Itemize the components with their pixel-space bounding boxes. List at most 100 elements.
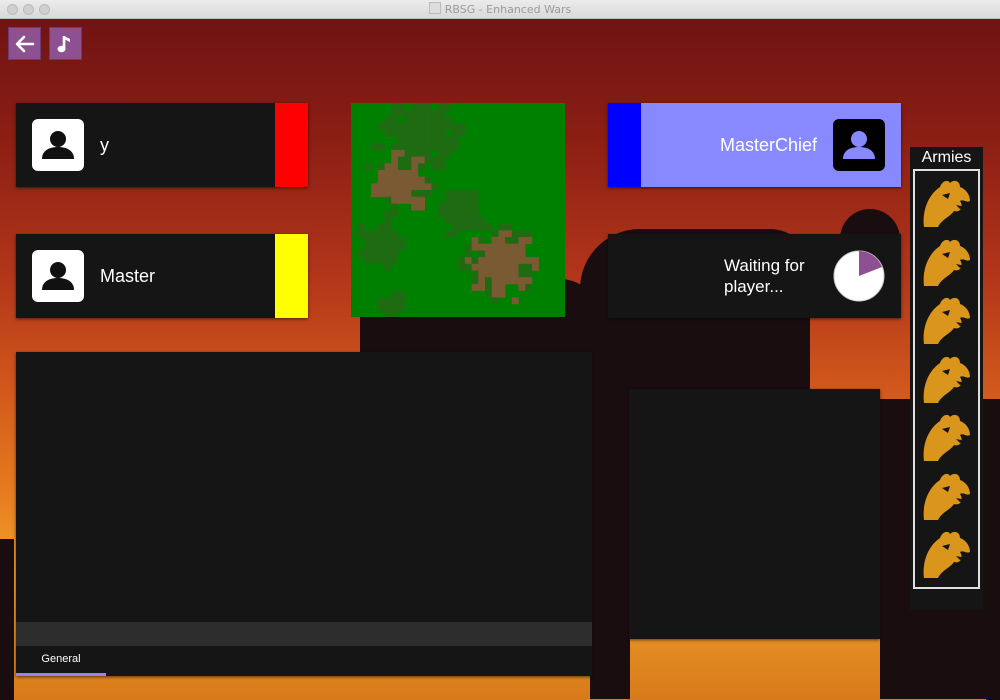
army-slot[interactable] xyxy=(920,294,974,346)
terrain-tile xyxy=(505,230,513,238)
player-card-masterchief: MasterChief xyxy=(608,103,901,187)
terrain-tile xyxy=(491,283,499,291)
terrain-tile xyxy=(411,163,419,171)
army-slot[interactable] xyxy=(920,236,974,288)
chat-input[interactable] xyxy=(16,622,592,646)
terrain-tile xyxy=(518,243,526,251)
terrain-tile xyxy=(438,103,446,110)
terrain-tile xyxy=(411,116,419,124)
army-slot[interactable] xyxy=(920,470,974,522)
army-slot[interactable] xyxy=(920,353,974,405)
terrain-tile xyxy=(525,257,533,265)
terrain-tile xyxy=(384,170,392,177)
terrain-tile xyxy=(391,129,399,137)
terrain-tile xyxy=(411,136,419,144)
terrain-tile xyxy=(384,190,392,198)
terrain-tile xyxy=(451,123,459,131)
player-card-y: y xyxy=(16,103,308,187)
terrain-tile xyxy=(505,237,513,244)
terrain-tile xyxy=(505,250,513,258)
waiting-text: Waiting for player... xyxy=(724,256,805,296)
terrain-tile xyxy=(384,250,392,258)
terrain-tile xyxy=(371,257,379,265)
terrain-tile xyxy=(531,257,539,265)
armies-list xyxy=(913,169,980,589)
terrain-tile xyxy=(444,216,452,224)
pie-timer-icon xyxy=(833,250,885,302)
terrain-tile xyxy=(384,210,392,218)
terrain-tile xyxy=(397,297,405,305)
terrain-tile xyxy=(478,216,486,224)
terrain-tile xyxy=(397,237,405,244)
terrain-tile xyxy=(451,190,459,198)
music-toggle-button[interactable] xyxy=(49,27,82,60)
terrain-tile xyxy=(397,304,405,311)
terrain-tile xyxy=(505,270,513,278)
terrain-tile xyxy=(384,263,392,271)
army-slot[interactable] xyxy=(920,528,974,580)
terrain-tile xyxy=(471,216,479,224)
terrain-tile xyxy=(478,277,486,285)
terrain-tile xyxy=(384,116,392,124)
terrain-tile xyxy=(404,136,412,144)
terrain-tile xyxy=(518,283,526,291)
terrain-tile xyxy=(505,223,513,231)
terrain-tile xyxy=(471,257,479,265)
terrain-tile xyxy=(384,123,392,131)
terrain-tile xyxy=(384,230,392,238)
terrain-tile xyxy=(464,263,472,271)
terrain-tile xyxy=(411,149,419,157)
player-avatar xyxy=(32,119,84,171)
terrain-tile xyxy=(451,143,459,151)
player-color-indicator xyxy=(275,234,308,318)
terrain-tile xyxy=(384,243,392,251)
terrain-tile xyxy=(431,109,439,117)
terrain-tile xyxy=(464,216,472,224)
terrain-tile xyxy=(377,123,385,131)
terrain-tile xyxy=(444,210,452,218)
terrain-tile xyxy=(404,170,412,177)
terrain-tile xyxy=(471,283,479,291)
terrain-tile xyxy=(431,156,439,164)
terrain-tile xyxy=(391,310,399,318)
terrain-tile xyxy=(418,203,425,211)
terrain-tile xyxy=(444,230,452,238)
terrain-tile xyxy=(424,183,432,191)
back-button[interactable] xyxy=(8,27,41,60)
army-slot[interactable] xyxy=(920,411,974,463)
terrain-tile xyxy=(498,230,506,238)
terrain-tile xyxy=(424,109,432,117)
terrain-tile xyxy=(397,196,405,204)
terrain-tile xyxy=(391,163,399,171)
terrain-tile xyxy=(391,297,399,305)
terrain-tile xyxy=(364,257,372,265)
terrain-tile xyxy=(384,176,392,184)
terrain-tile xyxy=(418,163,425,171)
terrain-tile xyxy=(478,257,486,265)
user-icon xyxy=(42,131,74,159)
music-note-icon xyxy=(57,35,70,52)
tab-general[interactable]: General xyxy=(16,646,106,676)
terrain-tile xyxy=(511,243,519,251)
army-slot[interactable] xyxy=(920,177,974,229)
player-avatar xyxy=(833,119,885,171)
terrain-tile xyxy=(438,149,446,157)
terrain-tile xyxy=(397,149,405,157)
terrain-tile xyxy=(518,237,526,244)
terrain-tile xyxy=(498,263,506,271)
terrain-tile xyxy=(377,297,385,305)
terrain-tile xyxy=(471,270,479,278)
terrain-tile xyxy=(431,116,439,124)
terrain-tile xyxy=(498,283,506,291)
terrain-tile xyxy=(478,250,486,258)
terrain-tile xyxy=(458,196,466,204)
terrain-tile xyxy=(498,277,506,285)
terrain-tile xyxy=(418,103,425,110)
terrain-tile xyxy=(485,257,492,265)
terrain-tile xyxy=(391,190,399,198)
terrain-tile xyxy=(418,176,425,184)
terrain-tile xyxy=(458,210,466,218)
terrain-tile xyxy=(397,243,405,251)
terrain-tile xyxy=(411,183,419,191)
terrain-tile xyxy=(411,176,419,184)
